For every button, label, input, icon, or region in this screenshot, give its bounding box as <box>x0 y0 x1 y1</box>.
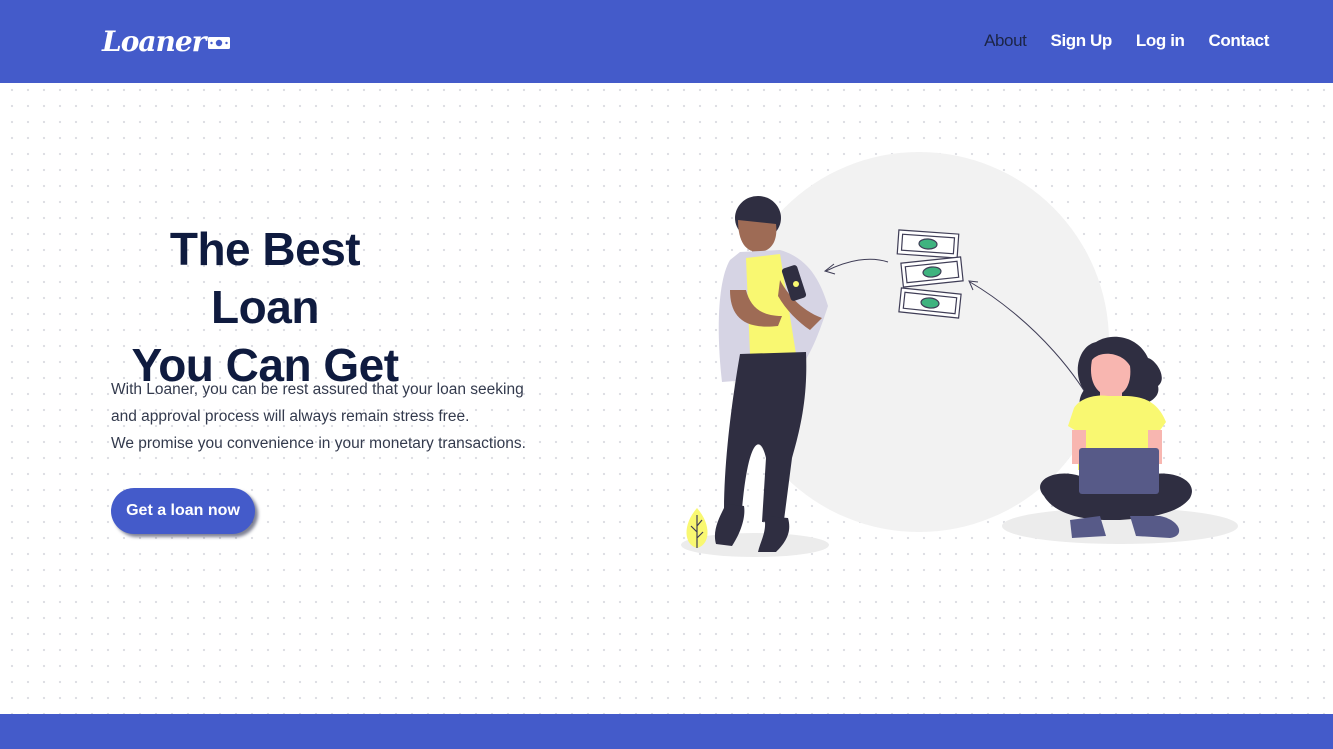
brand-logo[interactable]: Loaner <box>102 22 231 62</box>
main-nav: About Sign Up Log in Contact <box>984 31 1269 51</box>
hero-title: The Best Loan You Can Get <box>110 220 420 394</box>
nav-signup-link[interactable]: Sign Up <box>1051 31 1113 51</box>
laptop-icon <box>1079 448 1159 494</box>
plant-icon <box>686 508 708 548</box>
nav-contact-link[interactable]: Contact <box>1209 31 1270 51</box>
hero-description-line: With Loaner, you can be rest assured tha… <box>111 381 524 398</box>
top-navbar: Loaner About Sign Up Log in Contact <box>0 0 1333 83</box>
money-transfer-illustration <box>681 152 1238 557</box>
nav-about-link[interactable]: About <box>984 31 1027 51</box>
hero-description-line: and approval process will always remain … <box>111 408 470 425</box>
footer-bar <box>0 714 1333 749</box>
money-bill-icon <box>208 37 231 49</box>
money-bills <box>896 229 964 319</box>
hero-description: With Loaner, you can be rest assured tha… <box>111 376 581 457</box>
hero-description-line: We promise you convenience in your monet… <box>111 435 526 452</box>
get-loan-button[interactable]: Get a loan now <box>111 488 255 534</box>
hero-title-line: The Best Loan <box>169 223 361 333</box>
nav-login-link[interactable]: Log in <box>1136 31 1185 51</box>
brand-name: Loaner <box>102 25 206 58</box>
